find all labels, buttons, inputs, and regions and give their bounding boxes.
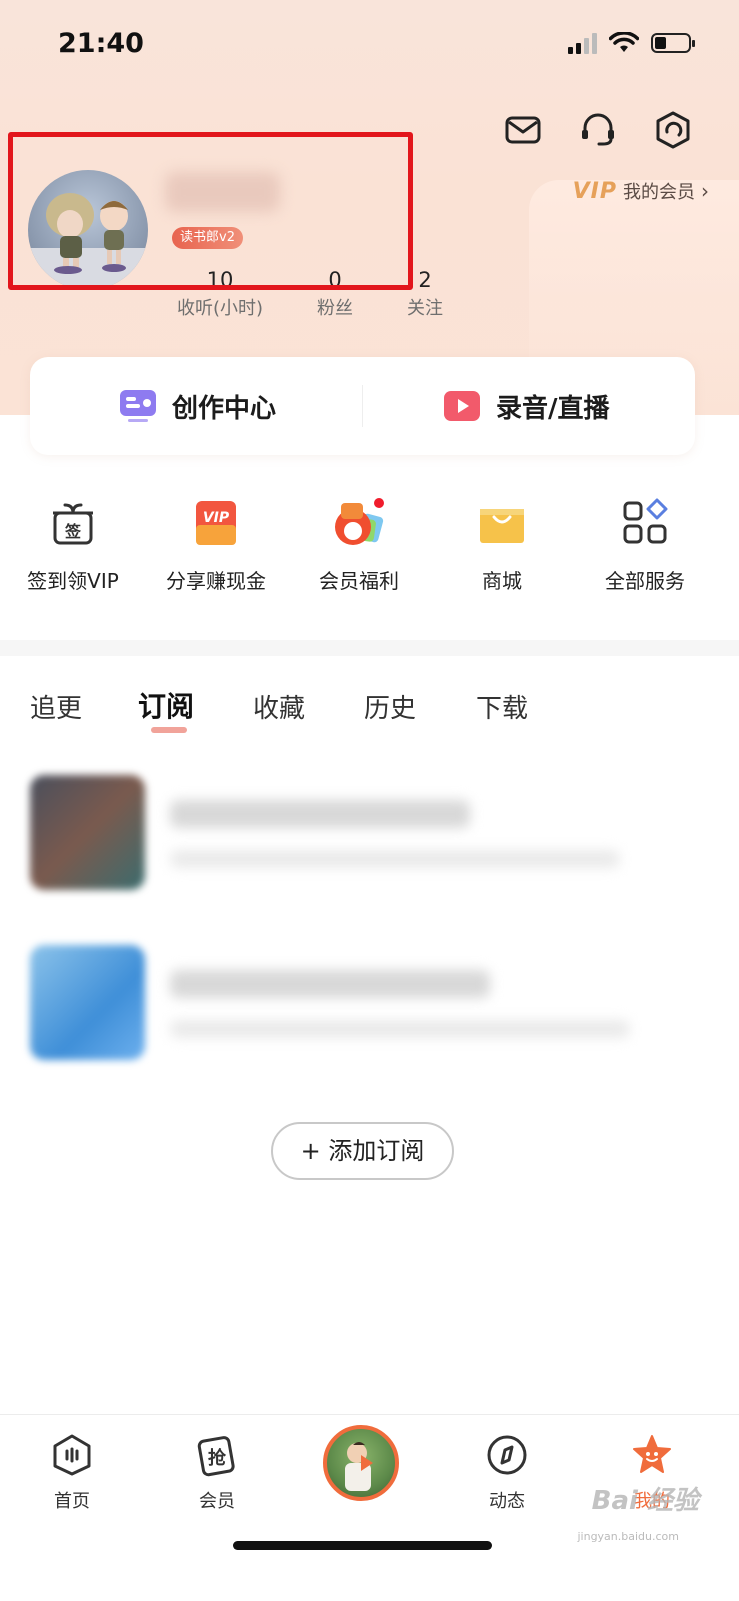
wifi-icon bbox=[609, 32, 639, 52]
stat-label: 粉丝 bbox=[317, 298, 353, 319]
service-checkin-vip[interactable]: 签 签到领VIP bbox=[3, 495, 143, 594]
service-share-earn[interactable]: VIP 分享赚现金 bbox=[146, 495, 286, 594]
tab-history[interactable]: 历史 bbox=[364, 688, 416, 725]
creator-center-icon bbox=[120, 390, 156, 422]
nav-label: 动态 bbox=[489, 1491, 525, 1512]
home-icon bbox=[53, 1434, 91, 1476]
section-divider bbox=[0, 640, 739, 656]
active-tab-indicator bbox=[151, 727, 187, 733]
svg-text:VIP: VIP bbox=[203, 510, 230, 526]
battery-icon bbox=[651, 33, 695, 53]
baidu-watermark-url: jingyan.baidu.com bbox=[577, 1530, 679, 1543]
vip-share-icon: VIP bbox=[196, 501, 236, 545]
list-item[interactable] bbox=[20, 945, 720, 1075]
mail-icon[interactable] bbox=[503, 110, 543, 150]
nav-home[interactable]: 首页 bbox=[12, 1433, 132, 1513]
service-label: 商城 bbox=[482, 569, 522, 593]
nav-feed[interactable]: 动态 bbox=[447, 1433, 567, 1513]
service-label: 会员福利 bbox=[319, 569, 399, 593]
list-item[interactable] bbox=[20, 775, 720, 905]
shopping-bag-icon bbox=[480, 509, 524, 543]
tab-subscriptions[interactable]: 订阅 bbox=[138, 685, 194, 725]
nav-label: 首页 bbox=[54, 1491, 90, 1512]
tab-downloads[interactable]: 下载 bbox=[476, 688, 528, 725]
list-item-subtitle-blurred bbox=[170, 850, 620, 868]
gift-checkin-icon: 签 bbox=[53, 503, 93, 545]
grab-ticket-icon: 抢 bbox=[197, 1436, 235, 1477]
settings-icon[interactable] bbox=[653, 110, 693, 150]
member-benefits-icon bbox=[335, 498, 384, 545]
status-time: 21:40 bbox=[58, 28, 144, 59]
list-item-thumbnail bbox=[30, 775, 145, 890]
status-icons bbox=[568, 32, 695, 54]
add-subscription-button[interactable]: + 添加订阅 bbox=[271, 1122, 454, 1180]
service-label: 分享赚现金 bbox=[166, 569, 266, 593]
baidu-watermark: Bai 经验 bbox=[591, 1486, 699, 1516]
service-label: 签到领VIP bbox=[27, 569, 119, 593]
player-button[interactable] bbox=[323, 1425, 399, 1501]
player-icon bbox=[345, 1442, 373, 1491]
vip-logo: VIP bbox=[572, 178, 617, 204]
list-item-thumbnail bbox=[30, 945, 145, 1060]
svg-text:抢: 抢 bbox=[208, 1447, 227, 1469]
annotation-highlight-box bbox=[8, 132, 413, 290]
stat-label: 关注 bbox=[407, 298, 443, 319]
feed-compass-icon bbox=[487, 1435, 527, 1475]
my-membership-label: 我的会员 bbox=[623, 182, 695, 203]
signal-icon bbox=[568, 32, 597, 54]
home-indicator bbox=[233, 1541, 492, 1550]
record-live-icon bbox=[444, 391, 480, 421]
service-all[interactable]: 全部服务 bbox=[575, 495, 715, 594]
list-item-title-blurred bbox=[170, 800, 470, 828]
my-membership-link[interactable]: VIP 我的会员 › bbox=[573, 178, 709, 204]
customer-service-icon[interactable] bbox=[578, 110, 618, 150]
tab-favorites[interactable]: 收藏 bbox=[253, 688, 305, 725]
creator-center-button[interactable]: 创作中心 bbox=[118, 357, 276, 455]
star-me-icon bbox=[633, 1435, 671, 1473]
svg-text:签: 签 bbox=[64, 522, 82, 541]
list-item-title-blurred bbox=[170, 970, 490, 998]
list-item-subtitle-blurred bbox=[170, 1020, 630, 1038]
nav-member[interactable]: 抢 会员 bbox=[157, 1433, 277, 1513]
service-label: 全部服务 bbox=[605, 569, 685, 593]
record-live-button[interactable]: 录音/直播 bbox=[442, 357, 610, 455]
creator-card: 创作中心 录音/直播 bbox=[30, 357, 695, 455]
all-services-grid-icon bbox=[623, 498, 668, 544]
record-live-label: 录音/直播 bbox=[496, 393, 610, 424]
service-mall[interactable]: 商城 bbox=[432, 495, 572, 594]
creator-center-label: 创作中心 bbox=[172, 393, 277, 424]
creator-divider bbox=[362, 385, 363, 427]
chevron-right-icon: › bbox=[701, 179, 709, 203]
battery-fill bbox=[655, 37, 666, 49]
tab-follow-updates[interactable]: 追更 bbox=[30, 688, 82, 725]
nav-label: 会员 bbox=[199, 1491, 235, 1512]
stat-label: 收听(小时) bbox=[176, 298, 264, 319]
service-member-benefits[interactable]: 会员福利 bbox=[289, 495, 429, 594]
